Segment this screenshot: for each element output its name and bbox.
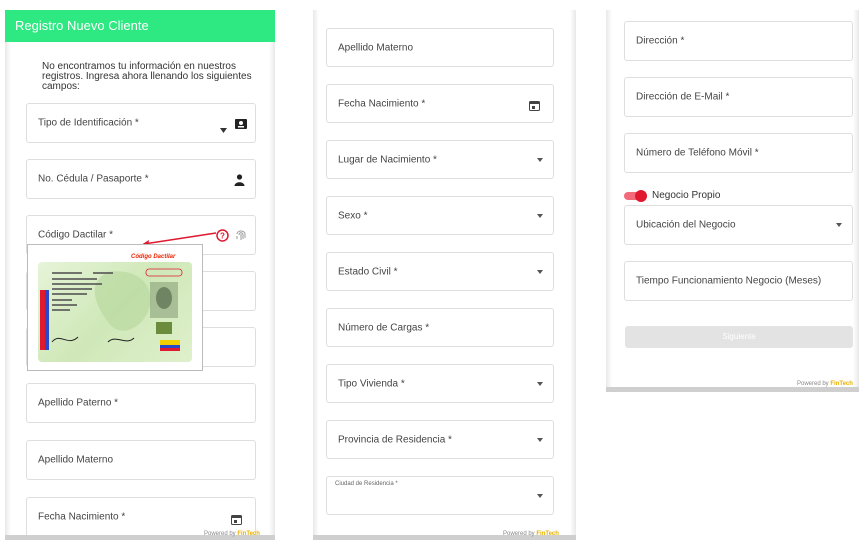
calendar-icon[interactable] <box>231 512 242 530</box>
fecha-nacimiento-label: Fecha Nacimiento * <box>38 511 126 523</box>
negocio-propio-toggle[interactable] <box>624 190 647 202</box>
panel-3-scrollbar[interactable] <box>606 387 859 392</box>
chevron-down-icon <box>537 381 543 386</box>
panel-2-left-shadow <box>313 10 319 540</box>
id-card-image <box>38 262 192 362</box>
apellido-paterno-field[interactable]: Apellido Paterno * <box>26 383 256 423</box>
panel-1-left-shadow <box>5 42 11 540</box>
p2-apellido-materno-label: Apellido Materno <box>338 42 414 53</box>
chevron-down-icon <box>836 223 842 227</box>
p2-fecha-nacimiento-field[interactable]: Fecha Nacimiento * <box>326 84 554 123</box>
tipo-vivienda-label: Tipo Vivienda * <box>338 378 405 389</box>
powered-by-3: Powered by FinTech <box>797 381 853 387</box>
email-label: Dirección de E-Mail * <box>636 91 730 103</box>
panel-3-right-shadow <box>853 10 859 392</box>
direccion-label: Dirección * <box>636 35 685 47</box>
tiempo-funcionamiento-field[interactable]: Tiempo Funcionamiento Negocio (Meses) <box>624 261 853 301</box>
fingerprint-icon <box>235 229 247 247</box>
email-field[interactable]: Dirección de E-Mail * <box>624 77 853 117</box>
p2-fecha-nacimiento-label: Fecha Nacimiento * <box>338 98 426 109</box>
apellido-materno-label: Apellido Materno <box>38 454 114 466</box>
sexo-select[interactable]: Sexo * <box>326 196 554 235</box>
page-title-text: Registro Nuevo Cliente <box>15 18 149 33</box>
lugar-nacimiento-select[interactable]: Lugar de Nacimiento * <box>326 140 554 179</box>
panel-1-right-shadow <box>269 42 275 540</box>
numero-cargas-field[interactable]: Número de Cargas * <box>326 308 554 347</box>
person-icon <box>234 173 245 191</box>
chevron-down-icon <box>220 120 227 138</box>
codigo-dactilar-callout: Código Dactilar <box>131 254 176 260</box>
telefono-field[interactable]: Número de Teléfono Móvil * <box>624 133 853 173</box>
apellido-materno-field[interactable]: Apellido Materno <box>26 440 256 480</box>
ciudad-residencia-label: Ciudad de Residencia * <box>335 481 398 487</box>
panel-3-left-shadow <box>606 10 612 392</box>
chevron-down-icon <box>537 157 543 162</box>
panel-2-right-shadow <box>570 10 576 540</box>
cedula-field[interactable]: No. Cédula / Pasaporte * <box>26 159 256 199</box>
id-card-icon <box>235 117 247 135</box>
ubicacion-negocio-select[interactable]: Ubicación del Negocio <box>624 205 853 245</box>
ciudad-residencia-select[interactable]: Ciudad de Residencia * <box>326 476 554 515</box>
calendar-icon[interactable] <box>529 98 540 116</box>
powered-by-2: Powered by FinTech <box>503 531 559 537</box>
codigo-dactilar-label: Código Dactilar * <box>38 229 114 241</box>
estado-civil-label: Estado Civil * <box>338 266 398 277</box>
tipo-identificacion-label: Tipo de Identificación * <box>38 117 139 129</box>
powered-by-1: Powered by FinTech <box>204 531 260 537</box>
chevron-down-icon <box>537 213 543 218</box>
chevron-down-icon <box>537 269 543 274</box>
tipo-vivienda-select[interactable]: Tipo Vivienda * <box>326 364 554 403</box>
intro-text: No encontramos tu información en nuestro… <box>42 61 252 92</box>
p2-apellido-materno-field[interactable]: Apellido Materno <box>326 28 554 67</box>
apellido-paterno-label: Apellido Paterno * <box>38 397 119 409</box>
provincia-residencia-select[interactable]: Provincia de Residencia * <box>326 420 554 459</box>
page-title: Registro Nuevo Cliente <box>5 10 275 42</box>
chevron-down-icon <box>537 437 543 442</box>
tipo-identificacion-select[interactable]: Tipo de Identificación * <box>26 103 256 143</box>
lugar-nacimiento-label: Lugar de Nacimiento * <box>338 154 437 165</box>
direccion-field[interactable]: Dirección * <box>624 21 853 61</box>
chevron-down-icon <box>537 493 543 498</box>
provincia-residencia-label: Provincia de Residencia * <box>338 434 452 445</box>
numero-cargas-label: Número de Cargas * <box>338 322 430 333</box>
ubicacion-negocio-label: Ubicación del Negocio <box>636 219 736 231</box>
svg-text:?: ? <box>220 232 225 241</box>
toggle-knob <box>635 190 647 202</box>
tiempo-funcionamiento-label: Tiempo Funcionamiento Negocio (Meses) <box>636 275 822 287</box>
estado-civil-select[interactable]: Estado Civil * <box>326 252 554 291</box>
sexo-label: Sexo * <box>338 210 368 221</box>
telefono-label: Número de Teléfono Móvil * <box>636 147 759 159</box>
next-button[interactable]: Siguiente <box>625 326 853 348</box>
cedula-label: No. Cédula / Pasaporte * <box>38 173 149 185</box>
negocio-propio-label: Negocio Propio <box>652 190 721 201</box>
